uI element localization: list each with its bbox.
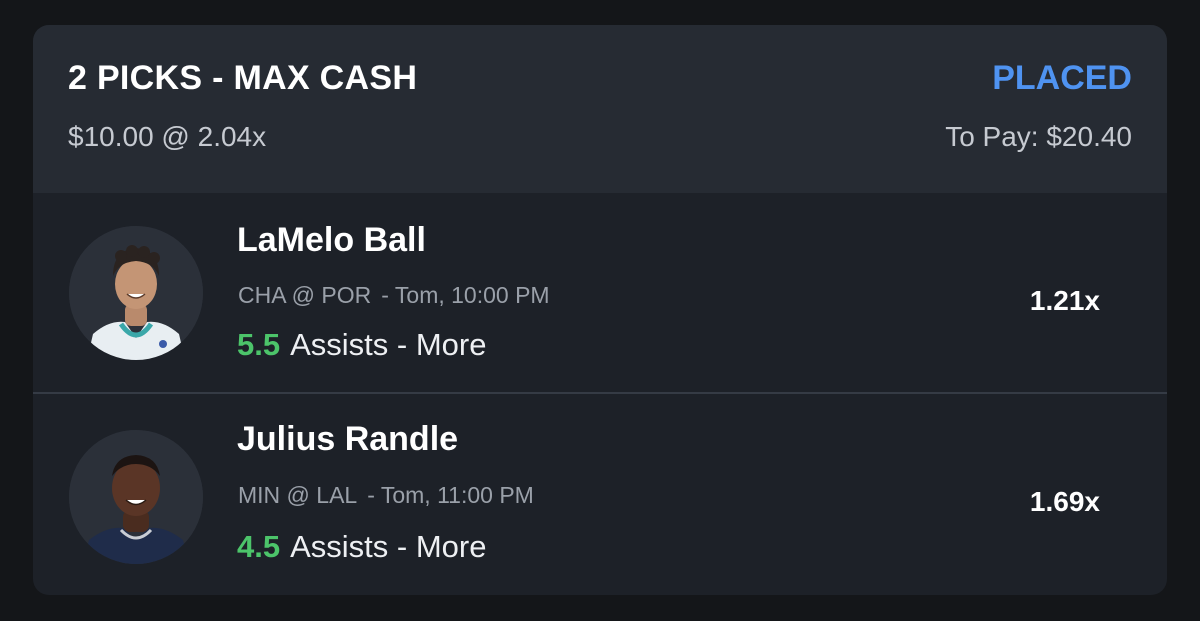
- entry-stake: $10.00 @ 2.04x: [68, 121, 267, 152]
- matchup: MIN @ LAL: [238, 482, 358, 508]
- stat-label: Assists - More: [290, 529, 487, 564]
- game-info: MIN @ LAL - Tom, 11:00 PM: [238, 482, 534, 509]
- status-badge: PLACED: [992, 59, 1132, 97]
- pick-row[interactable]: Julius Randle MIN @ LAL - Tom, 11:00 PM 4…: [33, 394, 1167, 594]
- line-value: 4.5: [237, 529, 281, 564]
- pick-multiplier: 1.21x: [1029, 285, 1100, 316]
- prop-line: 5.5 Assists - More: [237, 327, 486, 363]
- stat-label: Assists - More: [290, 327, 487, 362]
- pick-row[interactable]: LaMelo Ball CHA @ POR - Tom, 10:00 PM 5.5…: [33, 193, 1167, 393]
- prop-line: 4.5 Assists - More: [237, 529, 486, 565]
- line-value: 5.5: [237, 327, 281, 362]
- entry-card[interactable]: 2 PICKS - MAX CASH PLACED $10.00 @ 2.04x…: [33, 25, 1167, 595]
- player-headshot-icon: [69, 226, 203, 360]
- player-name: Julius Randle: [237, 420, 459, 458]
- entry-header: 2 PICKS - MAX CASH PLACED $10.00 @ 2.04x…: [33, 25, 1167, 193]
- game-time: - Tom, 10:00 PM: [381, 282, 550, 308]
- game-time: - Tom, 11:00 PM: [367, 482, 534, 508]
- player-name: LaMelo Ball: [237, 221, 426, 259]
- game-info: CHA @ POR - Tom, 10:00 PM: [238, 282, 550, 309]
- player-headshot-icon: [69, 430, 203, 564]
- matchup: CHA @ POR: [238, 282, 372, 308]
- pick-multiplier: 1.69x: [1029, 486, 1100, 517]
- entry-payout: To Pay: $20.40: [945, 121, 1132, 152]
- entry-title: 2 PICKS - MAX CASH: [68, 59, 418, 97]
